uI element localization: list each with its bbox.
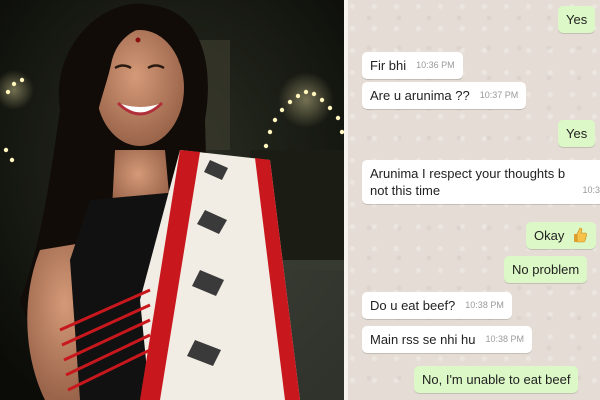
message-out: No, I'm unable to eat beef (414, 366, 579, 393)
message-text: No, I'm unable to eat beef (422, 372, 571, 387)
message-text-continued: not this time (370, 183, 441, 198)
portrait-illustration (0, 0, 348, 400)
message-time: 10:3 (582, 185, 600, 195)
message-out: Okay (526, 222, 596, 249)
message-in: Fir bhi 10:36 PM (362, 52, 463, 79)
message-time: 10:36 PM (416, 60, 455, 70)
message-text: Yes (566, 126, 588, 141)
message-text: Arunima I respect your thoughts b (370, 166, 566, 181)
message-out: Yes (558, 6, 596, 33)
chat-panel[interactable]: Yes Fir bhi 10:36 PM Are u arunima ?? 10:3… (348, 0, 600, 400)
thumbs-up-icon (573, 227, 587, 243)
message-text: Main rss se nhi hu (370, 332, 476, 347)
message-out: Yes (558, 120, 596, 147)
message-time: 10:38 PM (485, 334, 525, 344)
message-text: Fir bhi (370, 58, 407, 73)
message-time: 10:38 PM (465, 300, 504, 310)
message-in: Do u eat beef? 10:38 PM (362, 292, 512, 319)
message-in: Are u arunima ?? 10:37 PM (362, 82, 527, 109)
message-text: Okay (534, 228, 565, 243)
message-text: Yes (566, 12, 588, 27)
message-out: No problem (504, 256, 588, 283)
message-text: No problem (512, 262, 580, 277)
message-in: Arunima I respect your thoughts b not th… (362, 160, 600, 204)
message-text: Do u eat beef? (370, 298, 456, 313)
portrait-photo (0, 0, 348, 400)
message-text: Are u arunima ?? (370, 88, 470, 103)
message-in: Main rss se nhi hu 10:38 PM (362, 326, 533, 353)
message-time: 10:37 PM (479, 90, 519, 100)
